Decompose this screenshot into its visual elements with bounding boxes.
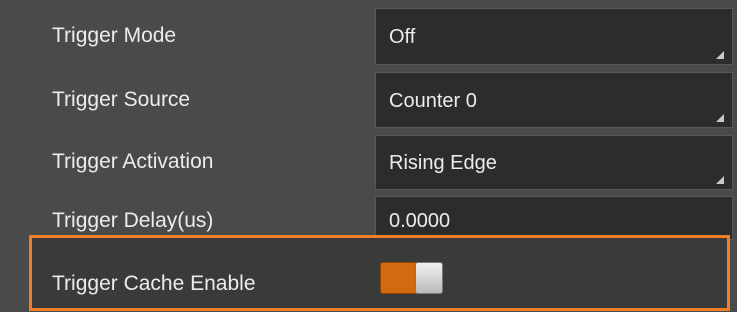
bottom-divider bbox=[0, 312, 737, 317]
trigger-mode-label: Trigger Mode bbox=[52, 24, 177, 47]
trigger-delay-value: 0.0000 bbox=[389, 210, 451, 232]
trigger-delay-row: Trigger Delay(us) 0.0000 bbox=[0, 195, 737, 240]
trigger-activation-value: Rising Edge bbox=[389, 152, 497, 174]
trigger-source-value: Counter 0 bbox=[389, 90, 477, 112]
trigger-mode-row: Trigger Mode Off bbox=[0, 0, 737, 70]
trigger-mode-value: Off bbox=[389, 26, 416, 48]
trigger-mode-dropdown[interactable]: Off bbox=[375, 8, 733, 65]
toggle-knob[interactable] bbox=[415, 262, 443, 294]
trigger-source-label: Trigger Source bbox=[52, 88, 191, 111]
trigger-cache-enable-label: Trigger Cache Enable bbox=[52, 272, 256, 295]
dropdown-corner-icon bbox=[716, 114, 724, 122]
trigger-source-row: Trigger Source Counter 0 bbox=[0, 70, 737, 133]
trigger-delay-input[interactable]: 0.0000 bbox=[375, 196, 733, 240]
dropdown-corner-icon bbox=[716, 176, 724, 184]
trigger-activation-row: Trigger Activation Rising Edge bbox=[0, 133, 737, 195]
trigger-activation-label: Trigger Activation bbox=[52, 150, 214, 173]
dropdown-corner-icon bbox=[716, 51, 724, 59]
trigger-settings-panel: Trigger Mode Off Trigger Source Counter … bbox=[0, 0, 737, 317]
trigger-source-dropdown[interactable]: Counter 0 bbox=[375, 72, 733, 128]
trigger-cache-enable-toggle[interactable] bbox=[380, 262, 443, 294]
trigger-delay-label: Trigger Delay(us) bbox=[52, 209, 214, 232]
trigger-activation-dropdown[interactable]: Rising Edge bbox=[375, 135, 733, 190]
